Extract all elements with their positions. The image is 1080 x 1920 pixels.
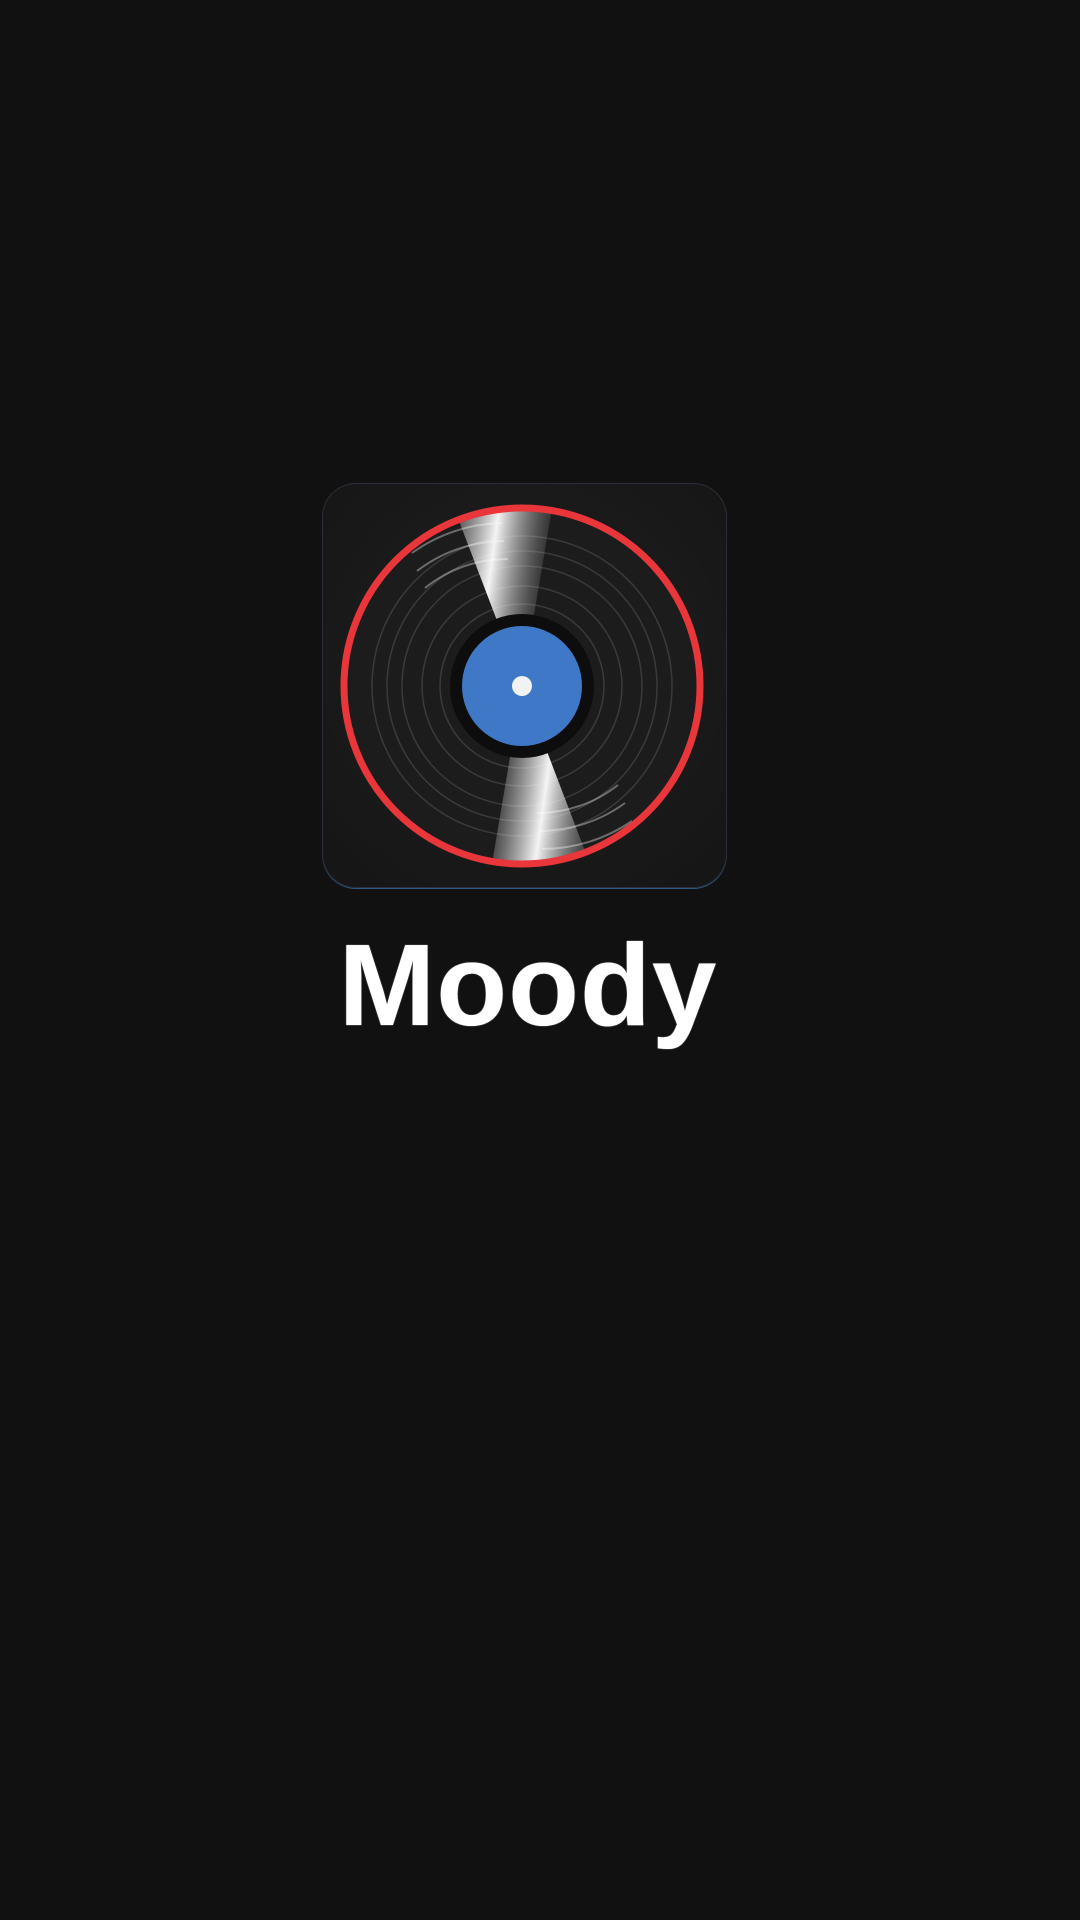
app-title: Moody [338, 920, 718, 1050]
vinyl-record-icon [322, 483, 727, 888]
spindle-hole [512, 676, 532, 696]
splash-screen: Moody [0, 0, 1080, 1920]
